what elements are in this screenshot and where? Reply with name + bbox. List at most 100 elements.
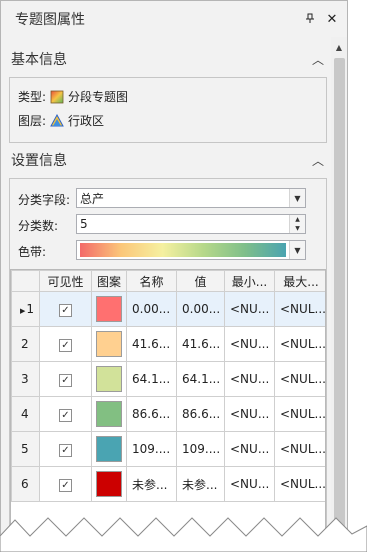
- pattern-cell[interactable]: [91, 466, 127, 502]
- color-ramp-combobox[interactable]: ▼: [76, 240, 306, 260]
- field-label: 分类字段:: [18, 193, 71, 207]
- layer-label: 图层:: [18, 114, 47, 128]
- field-value: 总产: [80, 191, 105, 206]
- name-cell[interactable]: 86.6...: [126, 396, 177, 432]
- row-index[interactable]: 4: [11, 396, 40, 432]
- chevron-up-icon[interactable]: ︿: [305, 152, 331, 169]
- color-ramp-preview: [80, 243, 286, 257]
- panel-titlebar: 专题图属性 ✕: [1, 1, 347, 37]
- row-pointer-icon: ▶: [20, 307, 26, 315]
- settings-header[interactable]: 设置信息 ︿: [1, 146, 331, 174]
- col-header-min[interactable]: 最小...: [224, 270, 275, 292]
- count-spinbox[interactable]: 5 ▲ ▼: [76, 214, 306, 234]
- min-cell[interactable]: <NU...: [224, 361, 275, 397]
- row-index[interactable]: 6: [11, 466, 40, 502]
- min-cell[interactable]: <NU...: [224, 431, 275, 467]
- table-row[interactable]: 5 ✓ 109.... 109.... <NU... <NUL...: [11, 431, 325, 467]
- visible-checkbox[interactable]: ✓: [59, 303, 72, 317]
- col-header-value[interactable]: 值: [176, 270, 225, 292]
- color-swatch[interactable]: [96, 471, 122, 497]
- max-cell[interactable]: <NUL...: [274, 466, 325, 502]
- table-row[interactable]: 6 ✓ 未参... 未参... <NU... <NUL...: [11, 466, 325, 502]
- visible-cell[interactable]: ✓: [39, 431, 92, 467]
- pattern-cell[interactable]: [91, 326, 127, 362]
- visible-cell[interactable]: ✓: [39, 396, 92, 432]
- table-row[interactable]: 3 ✓ 64.1... 64.1... <NU... <NUL...: [11, 361, 325, 397]
- visible-cell[interactable]: ✓: [39, 361, 92, 397]
- color-swatch[interactable]: [96, 436, 122, 462]
- table-row[interactable]: 2 ✓ 41.6... 41.6... <NU... <NUL...: [11, 326, 325, 362]
- spin-down-icon[interactable]: ▼: [290, 224, 305, 233]
- visible-checkbox[interactable]: ✓: [59, 408, 72, 422]
- min-cell[interactable]: <NU...: [224, 326, 275, 362]
- col-header-pattern[interactable]: 图案: [91, 270, 127, 292]
- pattern-cell[interactable]: [91, 291, 127, 327]
- table-row[interactable]: 4 ✓ 86.6... 86.6... <NU... <NUL...: [11, 396, 325, 432]
- row-index[interactable]: ▶1: [11, 291, 40, 327]
- name-cell[interactable]: 41.6...: [126, 326, 177, 362]
- basic-info-header[interactable]: 基本信息 ︿: [1, 45, 331, 73]
- table-header-row: 可见性 图案 名称 值 最小... 最大...: [11, 270, 325, 292]
- table-row[interactable]: ▶1 ✓ 0.00... 0.00... <NU... <NUL...: [11, 291, 325, 327]
- max-cell[interactable]: <NUL...: [274, 361, 325, 397]
- theme-properties-panel: 专题图属性 ✕ 基本信息 ︿ 类型: 分段专题图 图层: 行政区 设置信息 ︿ …: [0, 0, 348, 552]
- row-index-label: 6: [21, 477, 29, 491]
- col-header-max[interactable]: 最大...: [274, 270, 325, 292]
- value-cell[interactable]: 0.00...: [176, 291, 225, 327]
- panel-title: 专题图属性: [15, 12, 85, 28]
- dropdown-arrow-icon[interactable]: ▼: [289, 241, 305, 259]
- pattern-cell[interactable]: [91, 431, 127, 467]
- value-cell[interactable]: 64.1...: [176, 361, 225, 397]
- type-row: 类型: 分段专题图: [18, 88, 128, 105]
- col-header-visible[interactable]: 可见性: [39, 270, 92, 292]
- row-index-label: 5: [21, 442, 29, 456]
- row-index[interactable]: 5: [11, 431, 40, 467]
- pattern-cell[interactable]: [91, 396, 127, 432]
- spin-up-icon[interactable]: ▲: [290, 215, 305, 224]
- visible-checkbox[interactable]: ✓: [59, 443, 72, 457]
- scroll-thumb[interactable]: [334, 58, 345, 551]
- color-swatch[interactable]: [96, 296, 122, 322]
- value-cell[interactable]: 未参...: [176, 466, 225, 502]
- color-swatch[interactable]: [96, 366, 122, 392]
- min-cell[interactable]: <NU...: [224, 291, 275, 327]
- vertical-scrollbar[interactable]: ▲: [331, 37, 347, 551]
- name-cell[interactable]: 0.00...: [126, 291, 177, 327]
- row-index[interactable]: 3: [11, 361, 40, 397]
- name-cell[interactable]: 未参...: [126, 466, 177, 502]
- field-combobox[interactable]: 总产 ▼: [76, 188, 306, 208]
- count-value[interactable]: 5: [77, 217, 289, 231]
- layer-value: 行政区: [68, 114, 105, 128]
- count-label: 分类数:: [18, 219, 59, 233]
- chevron-up-icon[interactable]: ︿: [305, 51, 331, 68]
- max-cell[interactable]: <NUL...: [274, 326, 325, 362]
- name-cell[interactable]: 109....: [126, 431, 177, 467]
- min-cell[interactable]: <NU...: [224, 396, 275, 432]
- visible-cell[interactable]: ✓: [39, 466, 92, 502]
- dropdown-arrow-icon[interactable]: ▼: [289, 189, 305, 207]
- row-index[interactable]: 2: [11, 326, 40, 362]
- scroll-up-icon[interactable]: ▲: [331, 39, 347, 55]
- value-cell[interactable]: 41.6...: [176, 326, 225, 362]
- max-cell[interactable]: <NUL...: [274, 396, 325, 432]
- visible-checkbox[interactable]: ✓: [59, 478, 72, 492]
- max-cell[interactable]: <NUL...: [274, 431, 325, 467]
- col-header-name[interactable]: 名称: [126, 270, 177, 292]
- value-cell[interactable]: 109....: [176, 431, 225, 467]
- pattern-cell[interactable]: [91, 361, 127, 397]
- visible-cell[interactable]: ✓: [39, 326, 92, 362]
- color-swatch[interactable]: [96, 401, 122, 427]
- spin-buttons[interactable]: ▲ ▼: [289, 215, 305, 233]
- color-swatch[interactable]: [96, 331, 122, 357]
- close-icon[interactable]: ✕: [323, 12, 341, 27]
- max-cell[interactable]: <NUL...: [274, 291, 325, 327]
- visible-cell[interactable]: ✓: [39, 291, 92, 327]
- row-index-label: 1: [26, 302, 35, 316]
- name-cell[interactable]: 64.1...: [126, 361, 177, 397]
- pin-icon[interactable]: [301, 13, 319, 26]
- visible-checkbox[interactable]: ✓: [59, 338, 72, 352]
- value-cell[interactable]: 86.6...: [176, 396, 225, 432]
- basic-info-title: 基本信息: [11, 52, 67, 68]
- visible-checkbox[interactable]: ✓: [59, 373, 72, 387]
- min-cell[interactable]: <NU...: [224, 466, 275, 502]
